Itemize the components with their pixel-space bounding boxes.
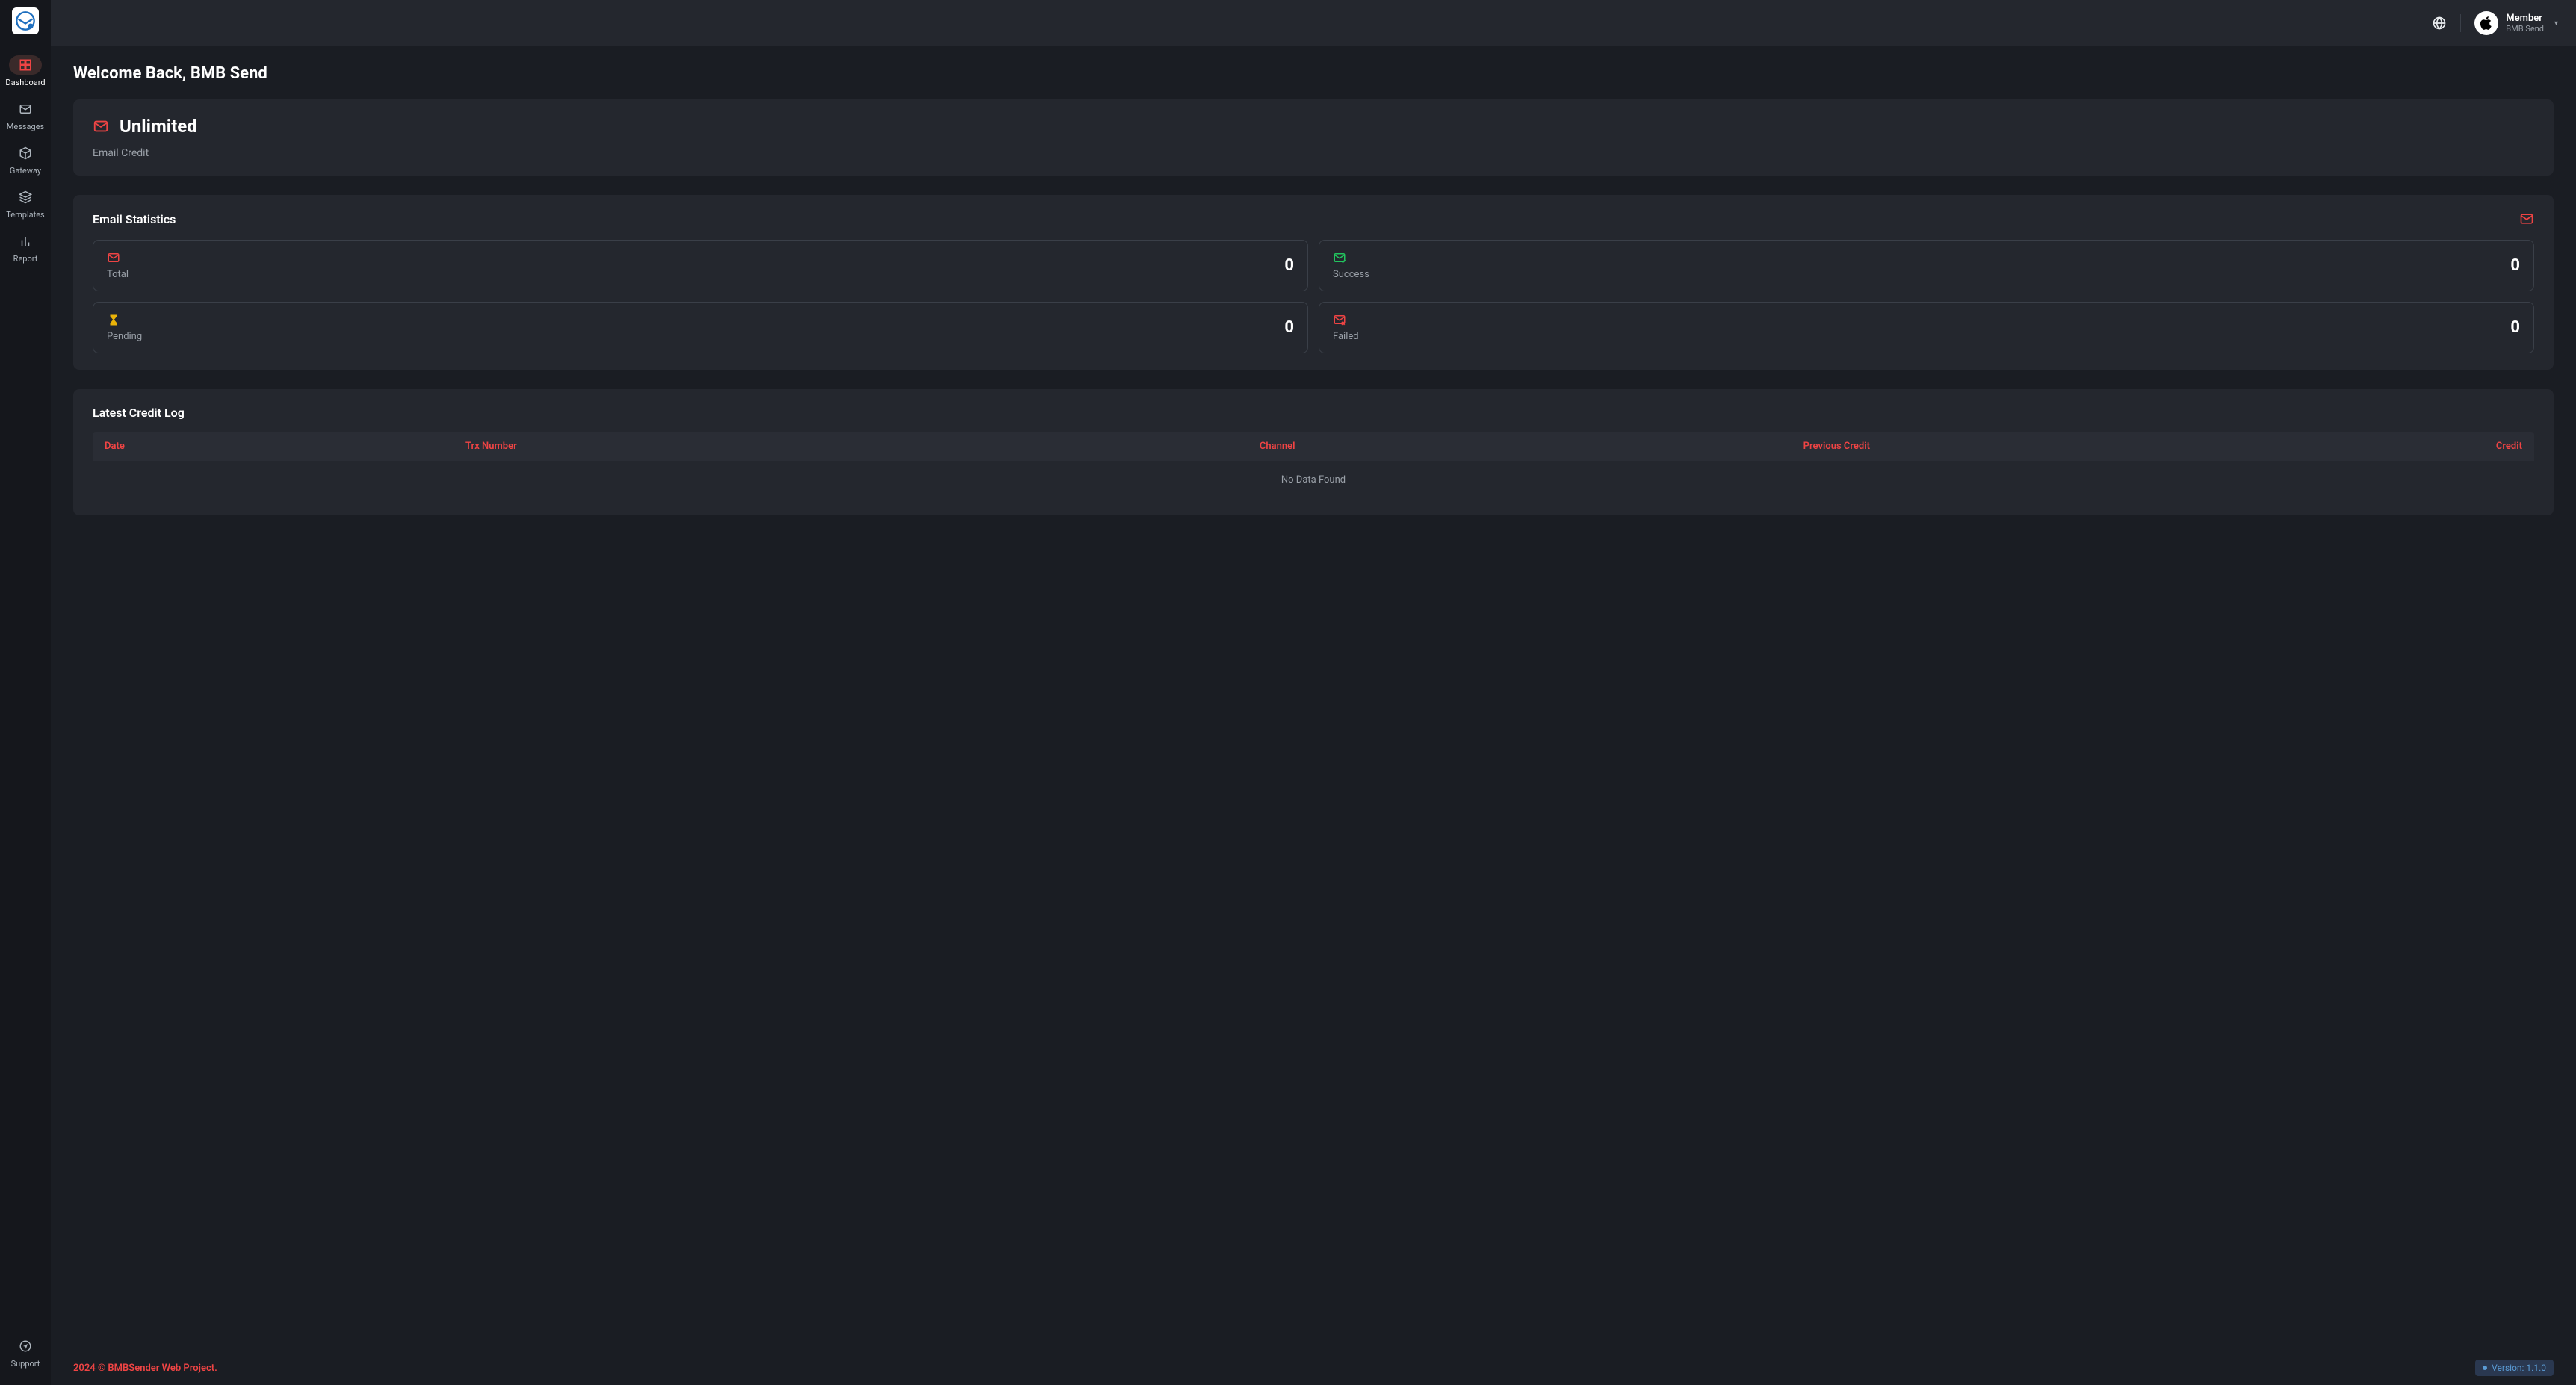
stat-label: Success	[1333, 269, 1369, 280]
mail-icon	[2519, 211, 2534, 226]
dot-icon	[2483, 1366, 2487, 1370]
app-logo[interactable]	[12, 7, 39, 34]
sidebar-item-label: Gateway	[10, 166, 41, 176]
credit-label: Email Credit	[93, 147, 2534, 159]
stat-box-total: Total 0	[93, 240, 1308, 291]
hourglass-icon	[107, 313, 120, 326]
logo-icon	[15, 10, 36, 31]
column-header: Credit	[2161, 441, 2522, 452]
nav-items: Dashboard Messages Gateway Templates Rep…	[0, 49, 51, 270]
sidebar-item-label: Messages	[7, 122, 44, 131]
apple-icon	[2479, 16, 2494, 31]
stats-title: Email Statistics	[93, 212, 176, 226]
mail-x-icon	[1333, 313, 1346, 326]
sidebar-item-messages[interactable]: Messages	[0, 93, 51, 137]
stat-box-success: Success 0	[1319, 240, 2534, 291]
stat-label: Total	[107, 269, 129, 280]
globe-icon[interactable]	[2432, 16, 2447, 31]
stat-value: 0	[1284, 256, 1294, 275]
log-card: Latest Credit Log Date Trx Number Channe…	[73, 389, 2554, 515]
mail-icon	[93, 118, 109, 134]
user-name: BMB Send	[2506, 24, 2544, 34]
sidebar-item-report[interactable]: Report	[0, 226, 51, 270]
sidebar-item-templates[interactable]: Templates	[0, 182, 51, 226]
footer: 2024 © BMBSender Web Project. Version: 1…	[51, 1351, 2576, 1385]
column-header: Previous Credit	[1512, 441, 2161, 452]
sidebar-item-label: Templates	[6, 210, 44, 220]
empty-state: No Data Found	[93, 461, 2534, 499]
version-text: Version: 1.1.0	[2492, 1363, 2546, 1373]
bar-chart-icon	[19, 235, 32, 248]
mail-icon	[107, 251, 120, 264]
stat-value: 0	[2510, 318, 2520, 337]
stat-value: 0	[2510, 256, 2520, 275]
stat-label: Failed	[1333, 331, 1359, 342]
column-header: Channel	[1043, 441, 1512, 452]
avatar	[2474, 11, 2498, 35]
main-area: Member BMB Send ▾ Welcome Back, BMB Send…	[51, 0, 2576, 1385]
page-title: Welcome Back, BMB Send	[73, 64, 2554, 83]
content-area: Welcome Back, BMB Send Unlimited Email C…	[51, 46, 2576, 1351]
sidebar-item-label: Dashboard	[5, 78, 45, 87]
stat-box-failed: Failed 0	[1319, 302, 2534, 353]
send-icon	[19, 1339, 32, 1353]
sidebar-item-label: Support	[11, 1359, 40, 1369]
grid-icon	[19, 58, 32, 72]
stats-card: Email Statistics Total 0 Success 0	[73, 195, 2554, 370]
copyright: 2024 © BMBSender Web Project.	[73, 1363, 217, 1374]
mail-icon	[19, 102, 32, 116]
credit-log-table: Date Trx Number Channel Previous Credit …	[93, 432, 2534, 499]
layers-icon	[19, 190, 32, 204]
sidebar-item-dashboard[interactable]: Dashboard	[0, 49, 51, 93]
cube-icon	[19, 146, 32, 160]
credit-amount: Unlimited	[120, 116, 197, 137]
column-header: Trx Number	[465, 441, 1043, 452]
credit-card: Unlimited Email Credit	[73, 99, 2554, 176]
user-menu[interactable]: Member BMB Send ▾	[2474, 11, 2558, 35]
sidebar: Dashboard Messages Gateway Templates Rep…	[0, 0, 51, 1385]
column-header: Date	[105, 441, 465, 452]
log-title: Latest Credit Log	[93, 406, 2534, 420]
sidebar-item-gateway[interactable]: Gateway	[0, 137, 51, 182]
sidebar-item-label: Report	[13, 254, 38, 264]
stat-box-pending: Pending 0	[93, 302, 1308, 353]
user-role: Member	[2506, 13, 2544, 25]
topbar: Member BMB Send ▾	[51, 0, 2576, 46]
sidebar-item-support[interactable]: Support	[0, 1330, 51, 1375]
version-badge[interactable]: Version: 1.1.0	[2475, 1360, 2554, 1376]
mail-check-icon	[1333, 251, 1346, 264]
table-header-row: Date Trx Number Channel Previous Credit …	[93, 432, 2534, 461]
stat-label: Pending	[107, 331, 142, 342]
stat-value: 0	[1284, 318, 1294, 337]
divider	[2460, 14, 2461, 32]
chevron-down-icon: ▾	[2554, 19, 2558, 28]
